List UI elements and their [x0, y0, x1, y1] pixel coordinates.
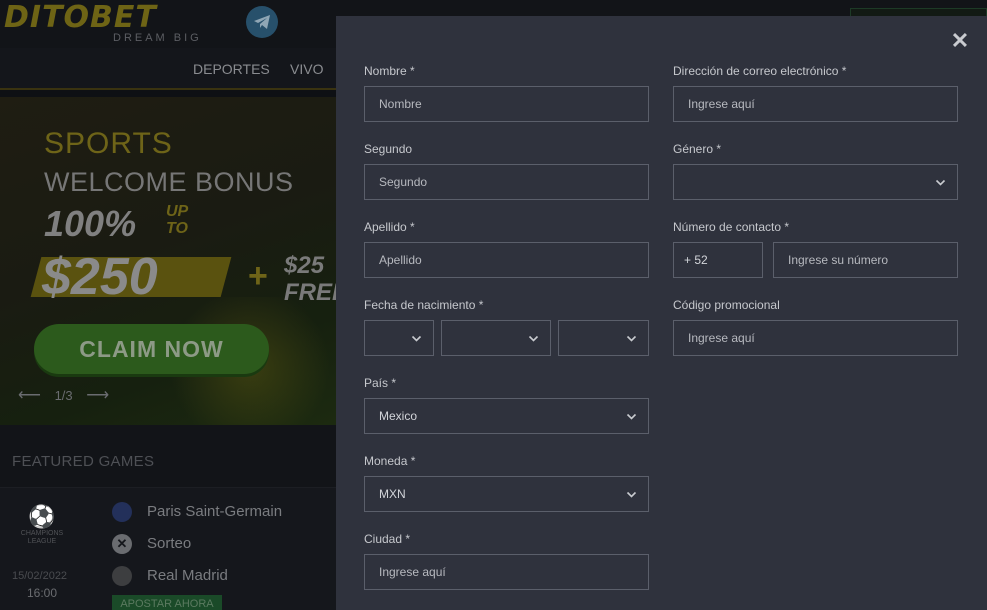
champions-league-logo: ⚽ CHAMPIONS LEAGUE	[18, 504, 66, 546]
chevron-down-icon	[935, 179, 946, 186]
football-icon: ⚽	[28, 504, 56, 529]
birth-day-select[interactable]	[364, 320, 434, 356]
team-name: Sorteo	[147, 535, 192, 552]
chevron-down-icon	[626, 413, 637, 420]
close-icon[interactable]: ✕	[948, 29, 972, 53]
segundo-nombre-input[interactable]	[364, 164, 649, 200]
chevron-down-icon	[626, 491, 637, 498]
segundo-label: Segundo	[364, 142, 413, 156]
nombre-label: Nombre *	[364, 64, 415, 78]
country-code-value: + 52	[684, 253, 708, 267]
logo-tagline: DREAM BIG	[113, 32, 202, 44]
birth-month-select[interactable]	[441, 320, 551, 356]
nav-vivo[interactable]: VIVO	[290, 61, 323, 77]
chevron-down-icon	[411, 335, 422, 342]
game-date: 15/02/2022	[12, 570, 68, 582]
real-madrid-crest-icon	[112, 566, 132, 586]
contacto-label: Número de contacto *	[673, 220, 790, 234]
slide-indicator: 1/3	[54, 388, 73, 403]
apellido-label: Apellido *	[364, 220, 415, 234]
moneda-label: Moneda *	[364, 454, 416, 468]
moneda-value: MXN	[379, 487, 406, 501]
game-time: 16:00	[27, 586, 58, 600]
birth-year-select[interactable]	[558, 320, 649, 356]
bet-now-button[interactable]: APOSTAR AHORA	[112, 595, 222, 610]
genero-label: Género *	[673, 142, 722, 156]
slide-controls: ⟵ 1/3 ⟶	[18, 385, 119, 405]
prev-slide-icon[interactable]: ⟵	[18, 385, 41, 405]
draw-x-icon: ✕	[112, 534, 132, 554]
featured-games-section: FEATURED GAMES ⚽ CHAMPIONS LEAGUE 15/02/…	[0, 425, 336, 610]
ditobet-logo[interactable]: DITOBET	[4, 0, 157, 35]
nav-deportes[interactable]: DEPORTES	[193, 61, 270, 77]
team-name: Paris Saint-Germain	[147, 503, 283, 520]
promo-code-label: Código promocional	[673, 298, 780, 312]
chevron-down-icon	[528, 335, 539, 342]
next-slide-icon[interactable]: ⟶	[86, 385, 109, 405]
telegram-icon[interactable]	[246, 6, 278, 38]
claim-now-button[interactable]: CLAIM NOW	[34, 324, 269, 374]
featured-games-title: FEATURED GAMES	[12, 453, 155, 470]
ciudad-input[interactable]	[364, 554, 649, 590]
email-input[interactable]	[673, 86, 958, 122]
game-card[interactable]: ⚽ CHAMPIONS LEAGUE 15/02/2022 16:00 Pari…	[0, 487, 336, 610]
team-name: Real Madrid	[147, 567, 228, 584]
genero-select[interactable]	[673, 164, 958, 200]
ciudad-label: Ciudad *	[364, 532, 411, 546]
competition-name-line1: CHAMPIONS	[20, 530, 64, 537]
phone-number-input[interactable]	[773, 242, 958, 278]
competition-name-line2: LEAGUE	[27, 538, 57, 545]
pais-value: Mexico	[379, 409, 418, 423]
pais-label: País *	[364, 376, 397, 390]
moneda-select[interactable]: MXN	[364, 476, 649, 512]
banner-sports-text: SPORTS	[44, 127, 173, 160]
banner-extra-label: FREE	[284, 279, 336, 306]
promo-banner[interactable]: SPORTS WELCOME BONUS 100% UP TO $250 + $…	[0, 97, 336, 425]
apellido-input[interactable]	[364, 242, 649, 278]
banner-up-to: UP TO	[166, 203, 188, 237]
banner-amount: $250	[42, 248, 158, 306]
fecha-nacimiento-label: Fecha de nacimiento *	[364, 298, 484, 312]
banner-plus: +	[248, 257, 268, 295]
pais-select[interactable]: Mexico	[364, 398, 649, 434]
registration-modal: ✕ Nombre * Segundo Apellido * Fecha de n…	[336, 16, 987, 610]
promo-code-input[interactable]	[673, 320, 958, 356]
chevron-down-icon	[626, 335, 637, 342]
nombre-input[interactable]	[364, 86, 649, 122]
banner-percent: 100%	[44, 203, 137, 244]
banner-welcome-text: WELCOME BONUS	[44, 167, 294, 197]
psg-crest-icon	[112, 502, 132, 522]
banner-extra-amount: $25	[284, 252, 325, 279]
country-code-field[interactable]: + 52	[673, 242, 763, 278]
email-label: Dirección de correo electrónico *	[673, 64, 847, 78]
